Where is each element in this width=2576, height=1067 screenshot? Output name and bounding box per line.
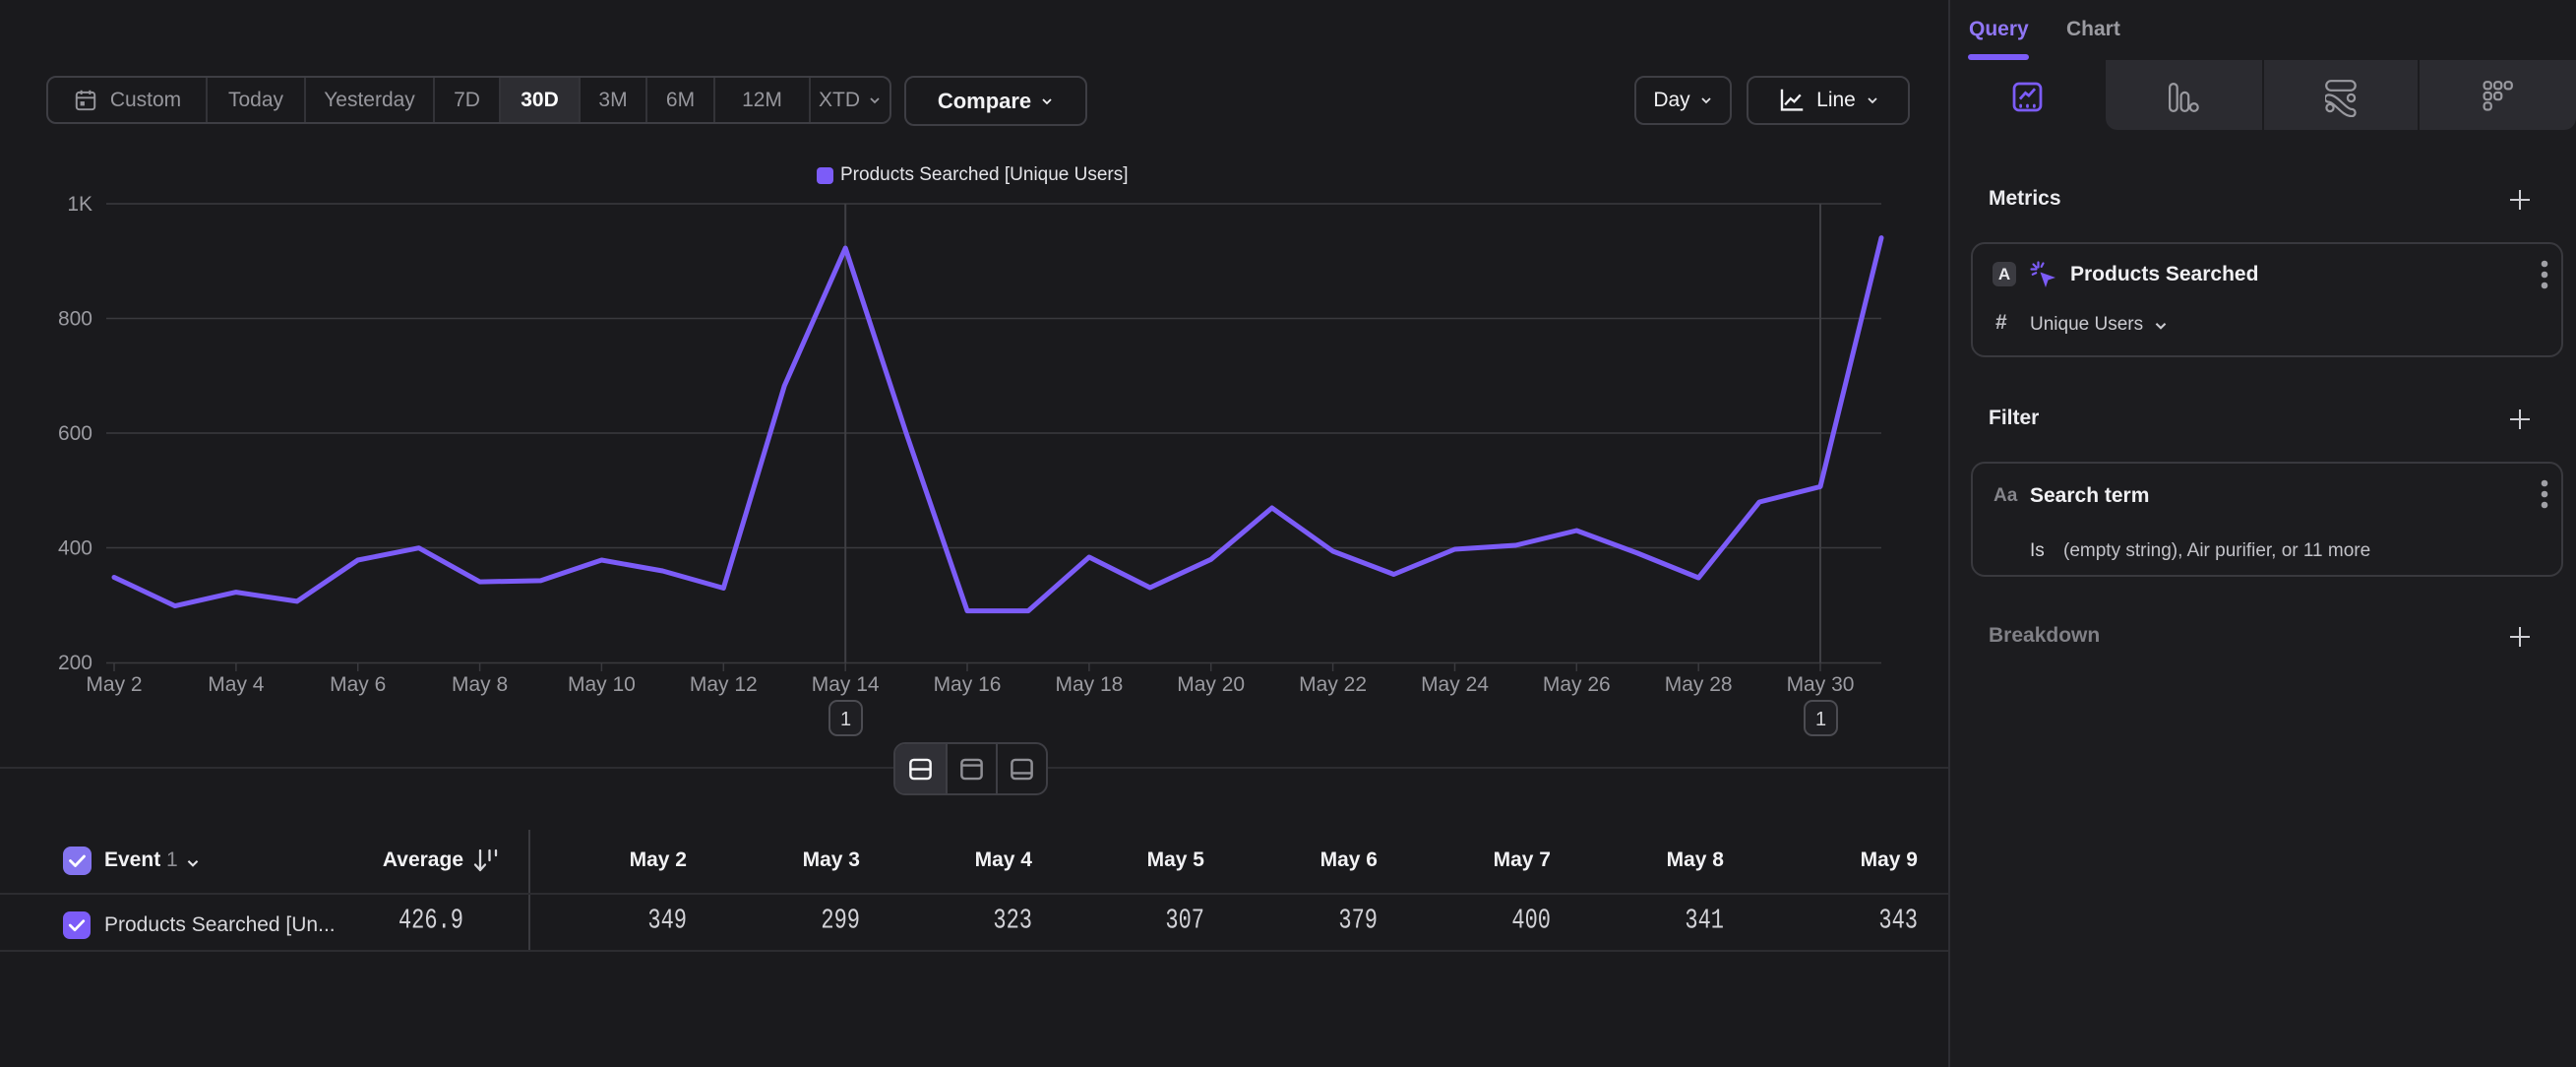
svg-text:May 2: May 2 (86, 673, 142, 696)
svg-text:400: 400 (58, 537, 92, 560)
svg-text:800: 800 (58, 308, 92, 331)
svg-text:May 30: May 30 (1787, 673, 1855, 696)
svg-text:May 4: May 4 (208, 673, 265, 696)
svg-text:May 28: May 28 (1665, 673, 1733, 696)
svg-text:May 26: May 26 (1543, 673, 1611, 696)
svg-text:May 22: May 22 (1299, 673, 1367, 696)
svg-text:200: 200 (58, 652, 92, 674)
svg-text:1: 1 (840, 709, 851, 730)
svg-text:May 6: May 6 (330, 673, 386, 696)
svg-text:May 14: May 14 (812, 673, 880, 696)
svg-text:May 10: May 10 (568, 673, 636, 696)
svg-text:May 24: May 24 (1421, 673, 1489, 696)
svg-text:May 12: May 12 (690, 673, 758, 696)
svg-text:1K: 1K (67, 193, 92, 216)
svg-text:May 8: May 8 (452, 673, 508, 696)
svg-text:May 18: May 18 (1055, 673, 1123, 696)
svg-text:600: 600 (58, 422, 92, 445)
svg-text:1: 1 (1815, 709, 1826, 730)
svg-text:May 20: May 20 (1177, 673, 1245, 696)
svg-text:May 16: May 16 (934, 673, 1002, 696)
